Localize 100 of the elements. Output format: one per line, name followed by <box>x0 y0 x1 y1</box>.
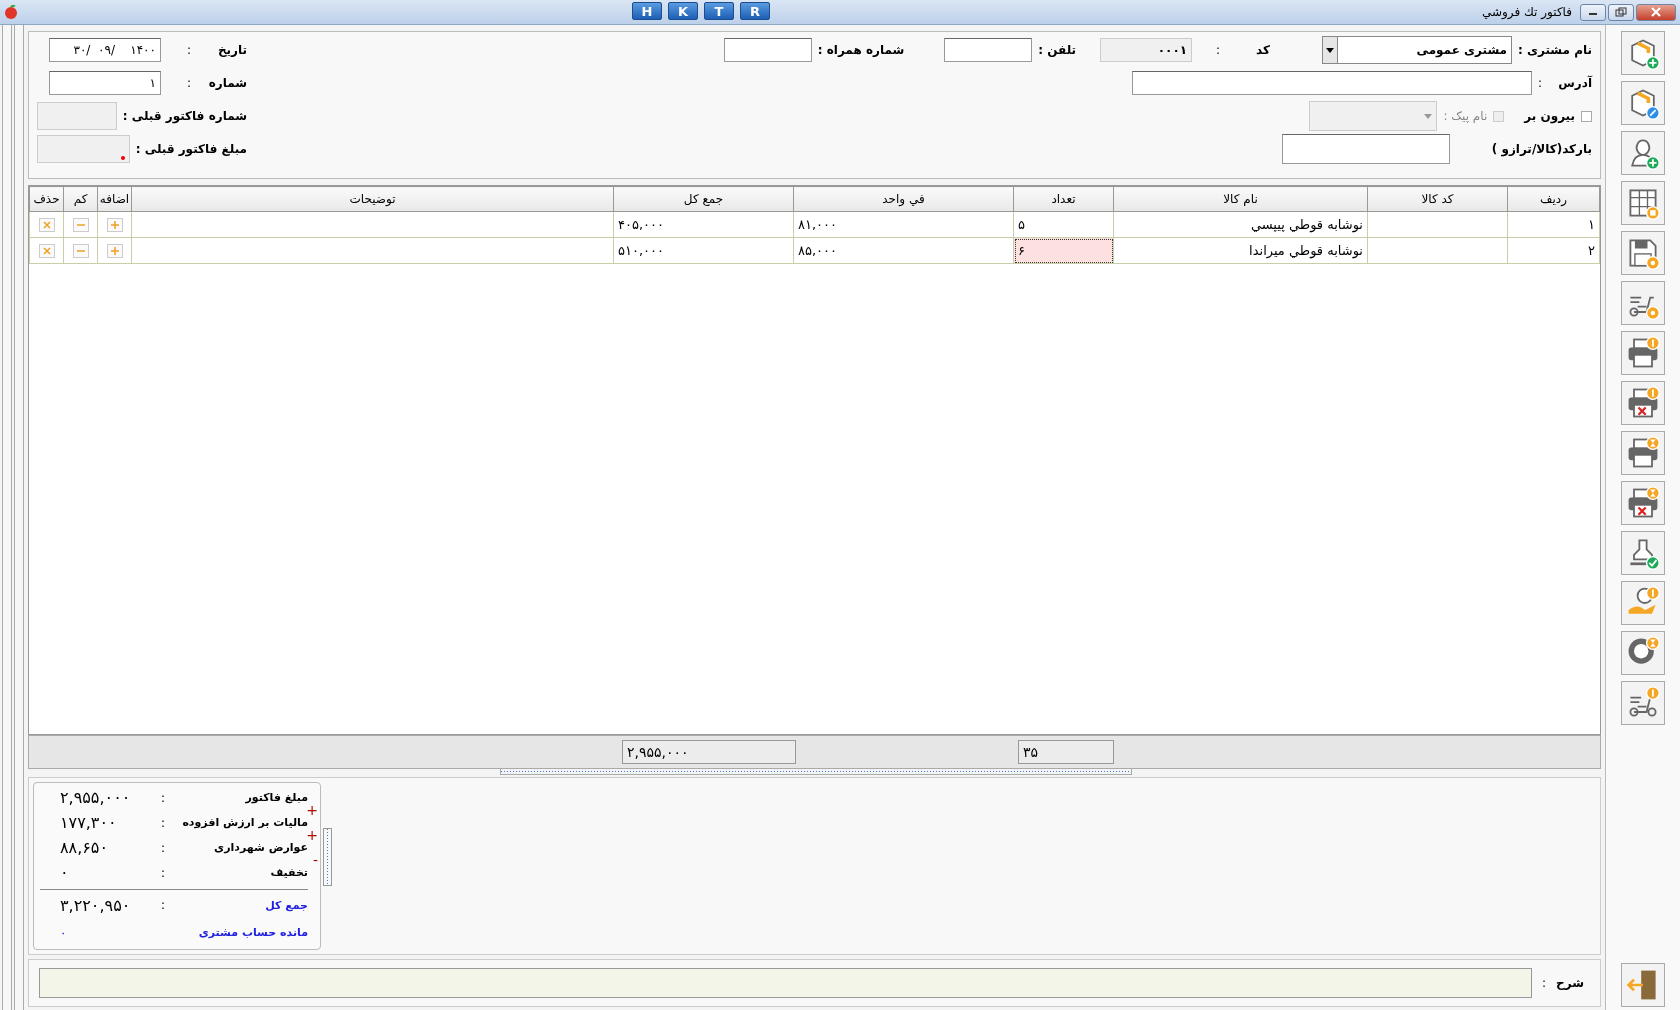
summary-value: ۱۷۷,۳۰۰ <box>59 813 118 832</box>
splitter-handle[interactable] <box>500 769 1132 775</box>
column-header[interactable]: ردیف <box>1507 186 1600 212</box>
colon: : <box>160 815 165 830</box>
column-header[interactable]: کد کالا <box>1367 186 1508 212</box>
amount-total: ۲,۹۵۵,۰۰۰ <box>622 740 796 764</box>
field-label: تلفن : <box>1038 43 1077 57</box>
field-label: بارکد(کالا/ترازو ) <box>1491 142 1592 156</box>
toolbar-button[interactable] <box>1621 481 1665 525</box>
summary-value: ۲,۹۵۵,۰۰۰ <box>59 788 132 807</box>
toolbar-button[interactable] <box>1621 31 1665 75</box>
apple-icon <box>4 5 18 19</box>
toolbar-button[interactable] <box>1621 381 1665 425</box>
column-header[interactable]: توضیحات <box>131 186 614 212</box>
summary-label: عوارض شهرداری <box>213 841 308 854</box>
close-button[interactable] <box>1636 3 1676 21</box>
field-label: تاریخ <box>216 43 247 57</box>
summary-value: ۸۸,۶۵۰ <box>59 838 110 857</box>
summary-label: ماليات بر ارزش افزوده <box>181 816 308 829</box>
table-cell[interactable]: ۵ <box>1013 211 1114 238</box>
toolbar-button[interactable] <box>1621 581 1665 625</box>
toolbar-button[interactable] <box>1621 631 1665 675</box>
field-label: کد <box>1256 43 1271 57</box>
colon: : <box>1542 976 1547 990</box>
column-header[interactable]: حذف <box>29 186 64 212</box>
table-cell: ۲ <box>1507 237 1600 264</box>
field-label: شرح <box>1556 976 1584 990</box>
toolbar-button[interactable] <box>1621 431 1665 475</box>
shortcut-button[interactable]: K <box>668 2 698 20</box>
summary-value: ۰ <box>59 925 68 940</box>
date-field[interactable]: ۱۴۰۰ /۰۹ /۳۰ <box>49 38 161 62</box>
close-icon <box>41 219 52 230</box>
colon: : <box>160 790 165 805</box>
caret-icon <box>1424 113 1433 119</box>
window-title: فاکتور تك فروشي <box>1482 5 1572 19</box>
colon: : <box>185 43 191 57</box>
minimize-button[interactable] <box>1580 3 1606 21</box>
plus-icon <box>109 219 120 230</box>
table-cell: ۴۰۵,۰۰۰ <box>613 211 794 238</box>
sign: - <box>312 852 318 868</box>
description-field[interactable] <box>39 968 1533 998</box>
column-header[interactable]: في واحد <box>793 186 1014 212</box>
column-header[interactable]: کم <box>63 186 98 212</box>
summary-value: ۳,۲۲۰,۹۵۰ <box>59 895 132 915</box>
summary-label: مبلغ فاکتور <box>244 791 308 804</box>
toolbar-button[interactable] <box>1621 281 1665 325</box>
restore-button[interactable] <box>1608 3 1634 21</box>
splitter-handle[interactable] <box>14 25 24 1010</box>
column-header[interactable]: نام کالا <box>1113 186 1368 212</box>
table-cell: ۸۵,۰۰۰ <box>793 237 1014 264</box>
toolbar-button[interactable] <box>1621 331 1665 375</box>
toolbar-button[interactable] <box>1621 81 1665 125</box>
restore-icon <box>1615 7 1627 17</box>
barcode-field[interactable] <box>1281 134 1450 164</box>
field-label: آدرس <box>1557 76 1592 90</box>
close-icon <box>41 245 52 256</box>
summary-label: جمع کل <box>264 898 308 912</box>
checkbox-label: نام پیک : <box>1443 109 1488 123</box>
column-header[interactable]: اضافه <box>97 186 132 212</box>
plus-icon <box>109 245 120 256</box>
table-cell: نوشابه قوطي ميراندا <box>1113 237 1368 264</box>
checkbox-label: بیرون بر <box>1524 109 1575 123</box>
customer-dropdown[interactable]: مشتری عمومی <box>1322 36 1513 64</box>
summary-label: مانده حساب مشتری <box>197 926 308 939</box>
shortcut-button[interactable]: H <box>632 2 662 20</box>
colon: : <box>185 76 191 90</box>
field-label: نام مشتری : <box>1518 43 1592 57</box>
colon: : <box>160 865 165 880</box>
toolbar-button[interactable] <box>1621 681 1665 725</box>
column-header[interactable]: جمع کل <box>613 186 794 212</box>
number-field[interactable]: ۱ <box>49 71 161 95</box>
colon: : <box>160 898 165 912</box>
colon: : <box>1216 43 1221 57</box>
sign: + <box>306 802 318 818</box>
colon: : <box>160 840 165 855</box>
shortcut-button[interactable]: T <box>704 2 734 20</box>
summary-value: ۰ <box>59 863 70 882</box>
field-label: شماره فاکتور قبلی : <box>122 109 247 123</box>
caret-icon <box>1326 47 1335 53</box>
splitter-handle[interactable] <box>2 25 12 1010</box>
splitter-handle[interactable] <box>323 828 332 886</box>
colon: : <box>1537 76 1542 90</box>
checkbox[interactable] <box>1581 110 1592 122</box>
field-label: شماره <box>207 76 247 90</box>
summary-label: تخفيف <box>269 866 308 879</box>
toolbar-button[interactable] <box>1621 231 1665 275</box>
mobile-field[interactable] <box>723 38 812 62</box>
close-icon <box>1651 7 1661 17</box>
shortcut-button[interactable]: R <box>740 2 770 20</box>
table-cell[interactable]: ۶ <box>1013 237 1114 264</box>
table-cell: ۸۱,۰۰۰ <box>793 211 1014 238</box>
toolbar-button[interactable] <box>1621 131 1665 175</box>
exit-button[interactable] <box>1621 963 1665 1007</box>
column-header[interactable]: تعداد <box>1013 186 1114 212</box>
field-label: مبلغ فاکتور قبلی : <box>135 142 247 156</box>
phone-field[interactable] <box>944 38 1033 62</box>
toolbar-button[interactable] <box>1621 531 1665 575</box>
toolbar-button[interactable] <box>1621 181 1665 225</box>
table-cell: ۱ <box>1507 211 1600 238</box>
address-field[interactable] <box>1131 71 1532 95</box>
